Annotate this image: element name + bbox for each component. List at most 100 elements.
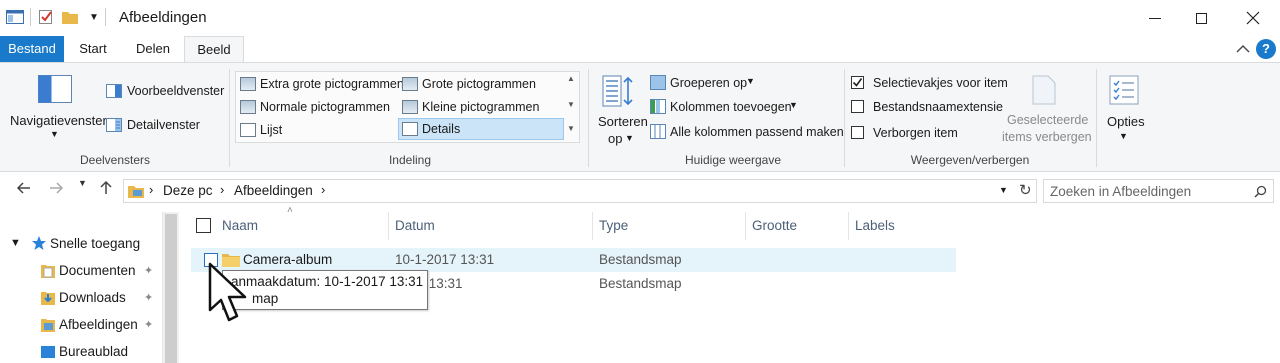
item-checkboxes-checkbox[interactable] [851, 76, 864, 89]
new-folder-icon[interactable] [61, 9, 79, 25]
file-name-extensions-option[interactable]: Bestandsnaamextensie [850, 98, 1010, 118]
forward-button[interactable] [48, 180, 64, 201]
breadcrumb-item[interactable]: Afbeeldingen [234, 183, 313, 198]
layout-details[interactable]: Details [398, 118, 564, 140]
options-icon [1109, 75, 1139, 105]
layout-small-icons[interactable]: Kleine pictogrammen [402, 96, 539, 118]
close-icon [1246, 11, 1260, 25]
add-columns-button[interactable]: Kolommen toevoegen ▼ [648, 97, 808, 117]
properties-icon[interactable] [37, 8, 55, 26]
search-input[interactable]: Zoeken in Afbeeldingen [1050, 184, 1191, 199]
select-all-checkbox[interactable] [196, 218, 211, 233]
tab-start[interactable]: Start [68, 36, 118, 62]
hide-selected-items-button[interactable]: Geselecteerde items verbergen [1000, 73, 1092, 149]
window-title: Afbeeldingen [119, 9, 207, 26]
help-button[interactable]: ? [1256, 39, 1276, 59]
size-all-columns-icon [650, 124, 666, 139]
maximize-button[interactable] [1178, 0, 1224, 36]
back-button[interactable] [16, 180, 32, 201]
options-dropdown-icon: ▼ [1119, 131, 1128, 141]
refresh-icon[interactable]: ↻ [1019, 181, 1032, 199]
navigation-pane: ▼ Snelle toegang Documenten ✦ Downloads … [0, 212, 180, 363]
desktop-icon [41, 346, 55, 358]
documents-icon [41, 265, 55, 278]
small-icons-icon [402, 100, 418, 114]
layout-medium-icons[interactable]: Normale pictogrammen [240, 96, 390, 118]
extra-large-icons-icon [240, 77, 256, 91]
group-separator [1096, 69, 1097, 167]
layout-label: Details [422, 122, 461, 136]
up-arrow-icon [100, 180, 112, 194]
file-name-extensions-checkbox[interactable] [851, 100, 864, 113]
expand-chevron-icon[interactable]: ▼ [10, 237, 21, 249]
column-header-labels[interactable]: Labels [849, 212, 895, 240]
layout-scroll-down-icon[interactable]: ▼ [567, 100, 575, 109]
layout-scroll-up-icon[interactable]: ▲ [567, 74, 575, 83]
hidden-items-option[interactable]: Verborgen item [850, 124, 1010, 144]
column-header-name[interactable]: Naam [216, 212, 258, 240]
medium-icons-icon [240, 100, 256, 114]
options-button[interactable]: Opties ▼ [1100, 73, 1148, 149]
navigation-pane-scrollbar[interactable] [162, 212, 179, 363]
minimize-button[interactable] [1132, 0, 1178, 36]
address-bar[interactable]: › Deze pc › Afbeeldingen › ▼ ↻ [123, 179, 1037, 203]
scrollbar-thumb[interactable] [165, 214, 177, 363]
nav-item-label: Documenten [59, 262, 136, 278]
group-by-label: Groeperen op [670, 76, 748, 90]
add-columns-icon [650, 99, 666, 114]
details-pane-button[interactable]: Detailvenster [104, 115, 224, 135]
up-button[interactable] [98, 180, 114, 201]
item-checkboxes-option[interactable]: Selectievakjes voor item [850, 74, 1010, 94]
pin-icon: ✦ [144, 264, 154, 277]
close-button[interactable] [1230, 0, 1276, 36]
column-header-type[interactable]: Type [593, 212, 628, 240]
tab-bestand[interactable]: Bestand [0, 36, 64, 62]
tooltip: anmaakdatum: 10-1-2017 13:31 map [222, 270, 428, 310]
minimize-icon [1149, 17, 1161, 19]
group-separator [844, 69, 845, 167]
collapse-ribbon-icon[interactable] [1236, 44, 1250, 54]
hide-selected-items-label-2: items verbergen [1002, 130, 1092, 144]
breadcrumb-chevron-icon[interactable]: › [149, 182, 153, 197]
qat-separator [30, 8, 31, 26]
title-bar: ▼ Afbeeldingen [0, 0, 1280, 36]
navigation-row: ▼ › Deze pc › Afbeeldingen › ▼ ↻ Zoeken … [0, 176, 1280, 206]
group-by-button[interactable]: Groeperen op ▼ [648, 73, 768, 93]
size-all-columns-button[interactable]: Alle kolommen passend maken [648, 122, 844, 142]
layout-label: Normale pictogrammen [260, 100, 390, 114]
tab-beeld[interactable]: Beeld [184, 36, 244, 63]
sort-by-button[interactable]: Sorteren op ▼ [594, 73, 648, 149]
maximize-icon [1195, 12, 1207, 24]
tab-delen[interactable]: Delen [126, 36, 180, 62]
explorer-window-icon[interactable] [6, 9, 24, 25]
address-dropdown-icon[interactable]: ▼ [999, 185, 1008, 195]
table-row[interactable]: Camera-album 10-1-2017 13:31 Bestandsmap [191, 248, 956, 272]
item-checkboxes-label: Selectievakjes voor item [873, 76, 1008, 90]
qat-dropdown-icon[interactable]: ▼ [89, 12, 99, 23]
preview-pane-label: Voorbeeldvenster [127, 84, 225, 98]
navigation-pane-button[interactable]: Navigatievenster ▼ [8, 73, 107, 143]
details-pane-icon [106, 118, 122, 132]
layout-list[interactable]: Lijst [240, 119, 282, 141]
forward-arrow-icon [50, 182, 64, 194]
search-icon [1254, 185, 1267, 198]
layout-label: Kleine pictogrammen [422, 100, 540, 114]
layout-expand-icon[interactable]: ▼ [567, 124, 575, 133]
tooltip-line: map [252, 291, 279, 306]
breadcrumb-item[interactable]: Deze pc [163, 183, 213, 198]
checkmark-icon [852, 78, 863, 87]
mouse-cursor-icon [208, 262, 247, 322]
preview-pane-button[interactable]: Voorbeeldvenster [104, 81, 224, 101]
column-header-date[interactable]: Datum [389, 212, 435, 240]
layout-large-icons[interactable]: Grote pictogrammen [402, 73, 536, 95]
ribbon: Navigatievenster ▼ Voorbeeldvenster Deta… [0, 62, 1280, 172]
column-header-size[interactable]: Grootte [746, 212, 797, 240]
recent-locations-dropdown-icon[interactable]: ▼ [78, 178, 87, 188]
search-box[interactable]: Zoeken in Afbeeldingen [1043, 179, 1274, 203]
group-by-icon [650, 75, 666, 90]
breadcrumb-chevron-icon[interactable]: › [321, 182, 325, 197]
breadcrumb-chevron-icon[interactable]: › [220, 182, 224, 197]
hidden-items-checkbox[interactable] [851, 126, 864, 139]
layout-extra-large-icons[interactable]: Extra grote pictogrammen [240, 73, 404, 95]
sort-by-label-2: op [608, 131, 623, 146]
